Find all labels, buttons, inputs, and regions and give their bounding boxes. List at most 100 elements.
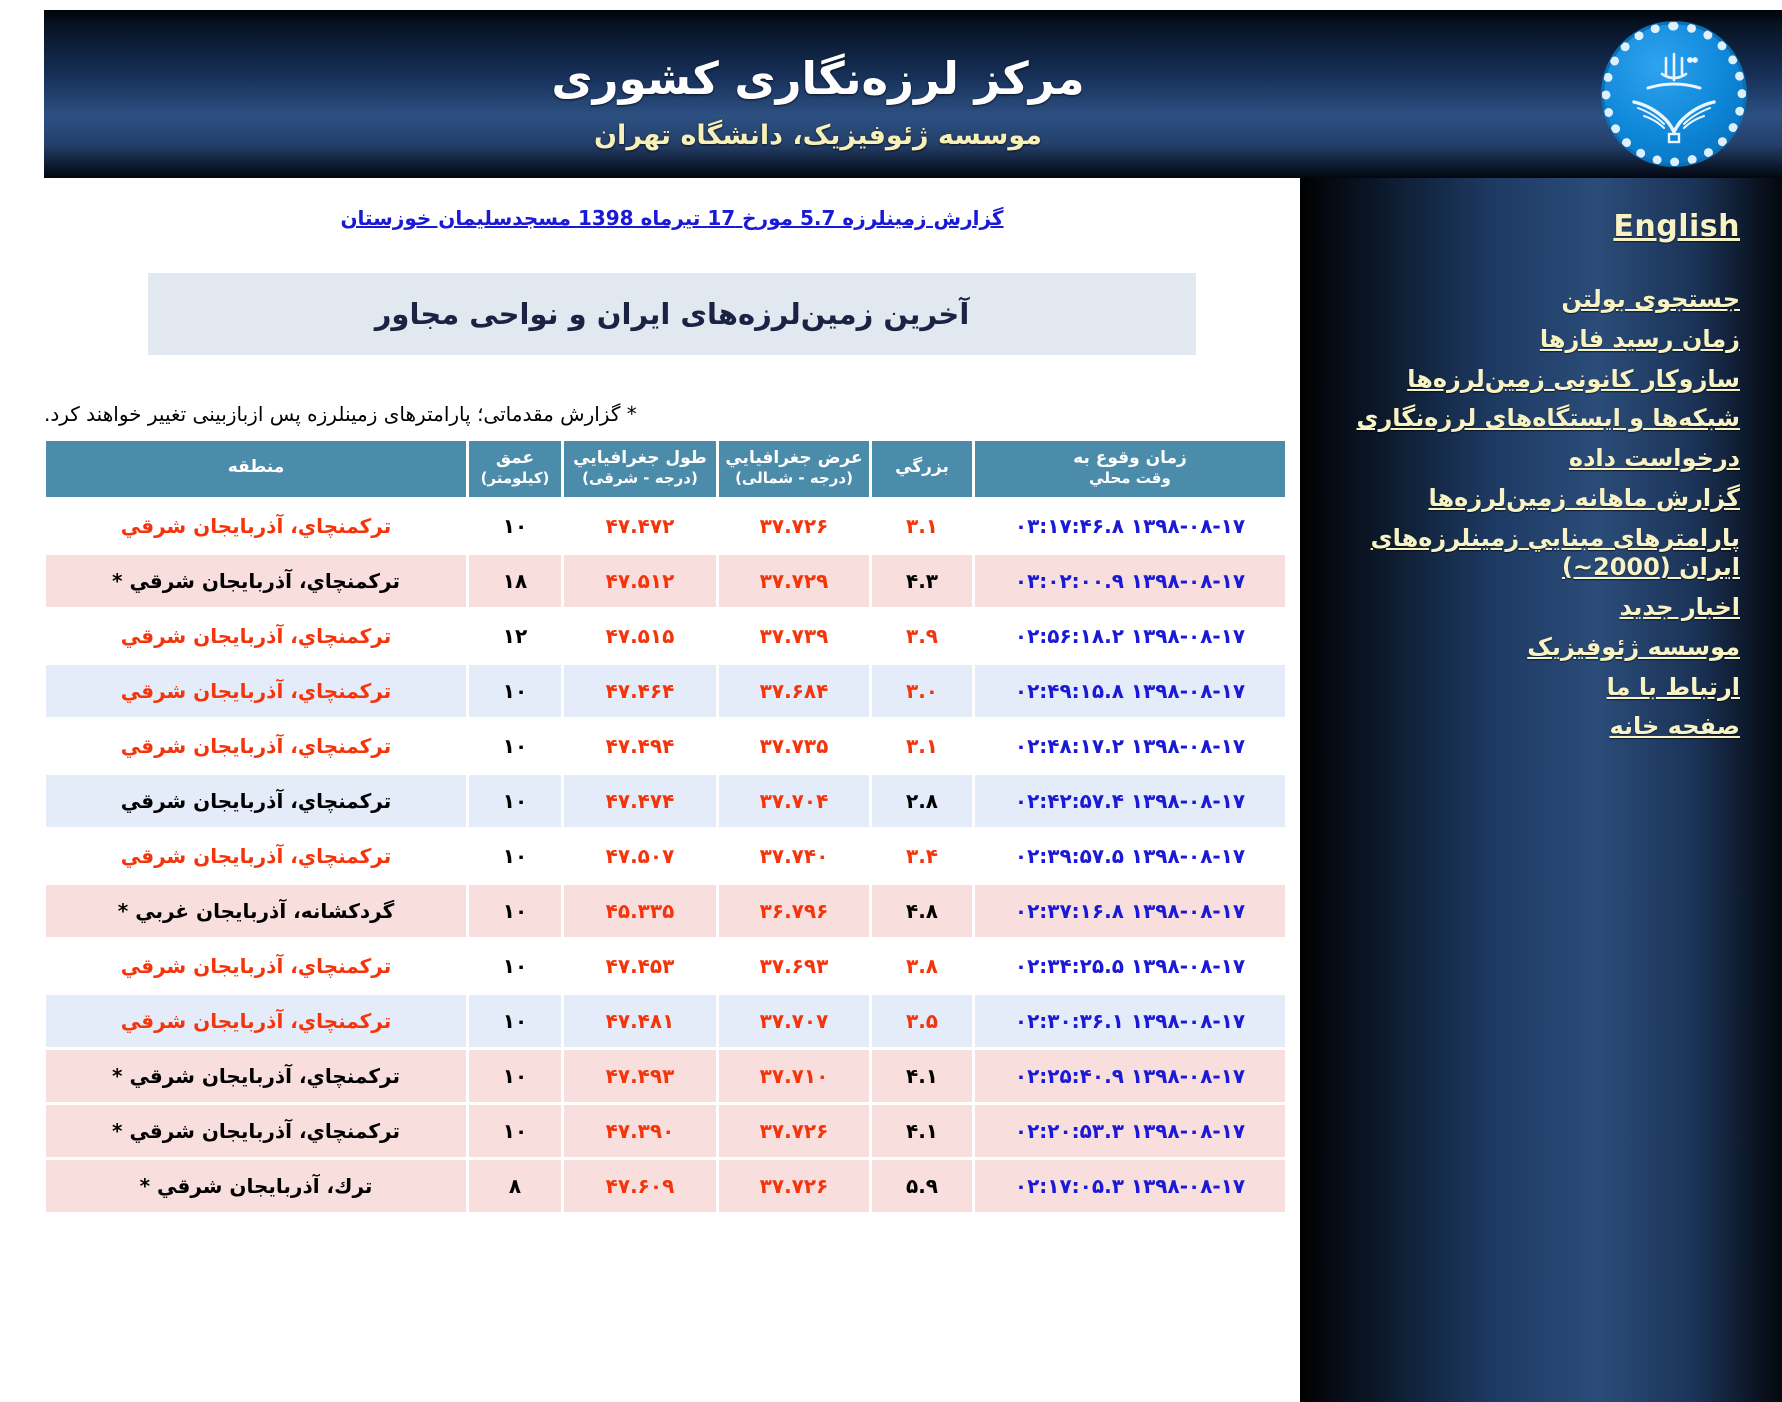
cell-latitude: ۳۷.۷۴۰ [719, 830, 869, 882]
cell-depth: ۱۰ [469, 1050, 561, 1102]
cell-magnitude: ۳.۹ [872, 610, 972, 662]
sidebar-item-english[interactable]: English [1314, 208, 1740, 245]
column-header-latitude-sub: (درجه - شمالی) [725, 470, 863, 487]
cell-depth: ۱۰ [469, 885, 561, 937]
table-row[interactable]: ۱۳۹۸-۰۸-۱۷ ۰۲:۲۰:۵۳.۳۴.۱۳۷.۷۲۶۴۷.۳۹۰۱۰تر… [46, 1105, 1285, 1157]
sidebar-item-5[interactable]: گزارش ماهانه زمین‌لرزه‌ها [1314, 484, 1740, 514]
table-row[interactable]: ۱۳۹۸-۰۸-۱۷ ۰۳:۱۷:۴۶.۸۳.۱۳۷.۷۲۶۴۷.۴۷۲۱۰تر… [46, 500, 1285, 552]
site-subtitle: موسسه ژئوفیزیک، دانشگاه تهران [44, 120, 1592, 151]
cell-latitude: ۳۷.۷۳۹ [719, 610, 869, 662]
sidebar-item-8[interactable]: موسسه ژئوفیزیک [1314, 633, 1740, 663]
earthquake-table-body: ۱۳۹۸-۰۸-۱۷ ۰۳:۱۷:۴۶.۸۳.۱۳۷.۷۲۶۴۷.۴۷۲۱۰تر… [46, 500, 1285, 1212]
cell-latitude: ۳۷.۷۱۰ [719, 1050, 869, 1102]
cell-depth: ۱۰ [469, 500, 561, 552]
column-header-depth-main: عمق [496, 448, 534, 468]
sidebar-item-6[interactable]: پارامترهای مبنايي زمینلرزه‌های ایران (20… [1314, 524, 1740, 584]
cell-longitude: ۴۷.۴۷۲ [564, 500, 716, 552]
special-report-link[interactable]: گزارش زمینلرزه 5.7 مورخ 17 تیرماه 1398 م… [340, 206, 1003, 230]
report-link-row: گزارش زمینلرزه 5.7 مورخ 17 تیرماه 1398 م… [44, 206, 1300, 230]
table-row[interactable]: ۱۳۹۸-۰۸-۱۷ ۰۲:۵۶:۱۸.۲۳.۹۳۷.۷۳۹۴۷.۵۱۵۱۲تر… [46, 610, 1285, 662]
sidebar-nav-list: English جستجوی بولتن زمان رسید فازها سازوک… [1300, 208, 1782, 752]
cell-latitude: ۳۷.۷۲۶ [719, 1160, 869, 1212]
cell-time: ۱۳۹۸-۰۸-۱۷ ۰۲:۲۵:۴۰.۹ [975, 1050, 1285, 1102]
sidebar-item-2[interactable]: سازوکار کانونی زمین‌لرزه‌ها [1314, 365, 1740, 395]
cell-magnitude: ۴.۱ [872, 1050, 972, 1102]
university-logo [1604, 24, 1744, 164]
cell-longitude: ۴۷.۴۷۴ [564, 775, 716, 827]
sidebar-item-3[interactable]: شبکه‌ها و ایستگاه‌های لرزه‌نگاری [1314, 404, 1740, 434]
table-row[interactable]: ۱۳۹۸-۰۸-۱۷ ۰۲:۴۸:۱۷.۲۳.۱۳۷.۷۳۵۴۷.۴۹۴۱۰تر… [46, 720, 1285, 772]
cell-depth: ۱۰ [469, 775, 561, 827]
sidebar-item-4[interactable]: درخواست داده [1314, 444, 1740, 474]
cell-time: ۱۳۹۸-۰۸-۱۷ ۰۳:۰۲:۰۰.۹ [975, 555, 1285, 607]
column-header-region-label: منطقه [228, 457, 285, 477]
cell-magnitude: ۴.۸ [872, 885, 972, 937]
cell-time: ۱۳۹۸-۰۸-۱۷ ۰۲:۳۰:۳۶.۱ [975, 995, 1285, 1047]
cell-longitude: ۴۷.۴۵۳ [564, 940, 716, 992]
cell-depth: ۱۰ [469, 995, 561, 1047]
column-header-longitude-sub: (درجه - شرقی) [570, 470, 710, 487]
sidebar-item-0[interactable]: جستجوی بولتن [1314, 285, 1740, 315]
cell-region: تركمنچاي، آذربايجان شرقي [46, 940, 466, 992]
table-row[interactable]: ۱۳۹۸-۰۸-۱۷ ۰۲:۴۲:۵۷.۴۲.۸۳۷.۷۰۴۴۷.۴۷۴۱۰تر… [46, 775, 1285, 827]
column-header-depth[interactable]: عمق (کیلومتر) [469, 441, 561, 497]
column-header-magnitude[interactable]: بزرگي [872, 441, 972, 497]
table-row[interactable]: ۱۳۹۸-۰۸-۱۷ ۰۲:۲۵:۴۰.۹۴.۱۳۷.۷۱۰۴۷.۴۹۳۱۰تر… [46, 1050, 1285, 1102]
table-row[interactable]: ۱۳۹۸-۰۸-۱۷ ۰۲:۱۷:۰۵.۳۵.۹۳۷.۷۲۶۴۷.۶۰۹۸ترك… [46, 1160, 1285, 1212]
table-row[interactable]: ۱۳۹۸-۰۸-۱۷ ۰۲:۴۹:۱۵.۸۳.۰۳۷.۶۸۴۴۷.۴۶۴۱۰تر… [46, 665, 1285, 717]
cell-region: ترك، آذربايجان شرقي * [46, 1160, 466, 1212]
cell-magnitude: ۵.۹ [872, 1160, 972, 1212]
column-header-longitude[interactable]: طول جغرافيايي (درجه - شرقی) [564, 441, 716, 497]
column-header-region[interactable]: منطقه [46, 441, 466, 497]
cell-time: ۱۳۹۸-۰۸-۱۷ ۰۲:۵۶:۱۸.۲ [975, 610, 1285, 662]
table-row[interactable]: ۱۳۹۸-۰۸-۱۷ ۰۲:۳۴:۲۵.۵۳.۸۳۷.۶۹۳۴۷.۴۵۳۱۰تر… [46, 940, 1285, 992]
cell-longitude: ۴۷.۴۹۴ [564, 720, 716, 772]
site-title: مرکز لرزه‌نگاری کشوری [44, 52, 1592, 105]
cell-time: ۱۳۹۸-۰۸-۱۷ ۰۲:۲۰:۵۳.۳ [975, 1105, 1285, 1157]
cell-latitude: ۳۷.۷۰۴ [719, 775, 869, 827]
cell-time: ۱۳۹۸-۰۸-۱۷ ۰۲:۴۲:۵۷.۴ [975, 775, 1285, 827]
table-row[interactable]: ۱۳۹۸-۰۸-۱۷ ۰۲:۳۹:۵۷.۵۳.۴۳۷.۷۴۰۴۷.۵۰۷۱۰تر… [46, 830, 1285, 882]
table-row[interactable]: ۱۳۹۸-۰۸-۱۷ ۰۲:۳۷:۱۶.۸۴.۸۳۶.۷۹۶۴۵.۳۳۵۱۰گر… [46, 885, 1285, 937]
cell-magnitude: ۳.۸ [872, 940, 972, 992]
cell-latitude: ۳۷.۷۲۶ [719, 1105, 869, 1157]
cell-magnitude: ۳.۰ [872, 665, 972, 717]
cell-time: ۱۳۹۸-۰۸-۱۷ ۰۲:۳۴:۲۵.۵ [975, 940, 1285, 992]
cell-longitude: ۴۷.۴۶۴ [564, 665, 716, 717]
column-header-latitude-main: عرض جغرافيايي [725, 448, 862, 468]
cell-depth: ۱۰ [469, 1105, 561, 1157]
cell-region: تركمنچاي، آذربايجان شرقي [46, 610, 466, 662]
cell-magnitude: ۳.۴ [872, 830, 972, 882]
cell-magnitude: ۲.۸ [872, 775, 972, 827]
cell-latitude: ۳۶.۷۹۶ [719, 885, 869, 937]
table-row[interactable]: ۱۳۹۸-۰۸-۱۷ ۰۳:۰۲:۰۰.۹۴.۳۳۷.۷۲۹۴۷.۵۱۲۱۸تر… [46, 555, 1285, 607]
cell-depth: ۱۰ [469, 665, 561, 717]
sidebar-item-7[interactable]: اخبار جدید [1314, 593, 1740, 623]
cell-latitude: ۳۷.۷۲۹ [719, 555, 869, 607]
cell-region: تركمنچاي، آذربايجان شرقي [46, 830, 466, 882]
cell-latitude: ۳۷.۷۰۷ [719, 995, 869, 1047]
main-content-panel: گزارش زمینلرزه 5.7 مورخ 17 تیرماه 1398 م… [44, 180, 1300, 1402]
cell-depth: ۱۰ [469, 830, 561, 882]
preliminary-note-text: * گزارش مقدماتی؛ پارامترهای زمینلرزه پس … [44, 402, 637, 426]
cell-magnitude: ۴.۱ [872, 1105, 972, 1157]
cell-time: ۱۳۹۸-۰۸-۱۷ ۰۳:۱۷:۴۶.۸ [975, 500, 1285, 552]
cell-magnitude: ۴.۳ [872, 555, 972, 607]
column-header-depth-sub: (کیلومتر) [475, 470, 555, 487]
cell-region: تركمنچاي، آذربايجان شرقي [46, 995, 466, 1047]
sidebar-item-1[interactable]: زمان رسید فازها [1314, 325, 1740, 355]
sidebar-item-9[interactable]: ارتباط با ما [1314, 673, 1740, 703]
cell-region: تركمنچاي، آذربايجان شرقي * [46, 1050, 466, 1102]
earthquake-table: زمان وقوع به وقت محلي بزرگي عرض جغرافياي… [44, 438, 1288, 1215]
logo-emblem-icon [1604, 24, 1744, 164]
cell-region: تركمنچاي، آذربايجان شرقي [46, 500, 466, 552]
table-row[interactable]: ۱۳۹۸-۰۸-۱۷ ۰۲:۳۰:۳۶.۱۳.۵۳۷.۷۰۷۴۷.۴۸۱۱۰تر… [46, 995, 1285, 1047]
sidebar-item-10[interactable]: صفحه خانه [1314, 712, 1740, 742]
cell-time: ۱۳۹۸-۰۸-۱۷ ۰۲:۴۸:۱۷.۲ [975, 720, 1285, 772]
cell-latitude: ۳۷.۶۸۴ [719, 665, 869, 717]
site-header-banner: مرکز لرزه‌نگاری کشوری موسسه ژئوفیزیک، دا… [44, 10, 1782, 178]
column-header-latitude[interactable]: عرض جغرافيايي (درجه - شمالی) [719, 441, 869, 497]
cell-depth: ۱۰ [469, 720, 561, 772]
column-header-time[interactable]: زمان وقوع به وقت محلي [975, 441, 1285, 497]
cell-magnitude: ۳.۱ [872, 500, 972, 552]
